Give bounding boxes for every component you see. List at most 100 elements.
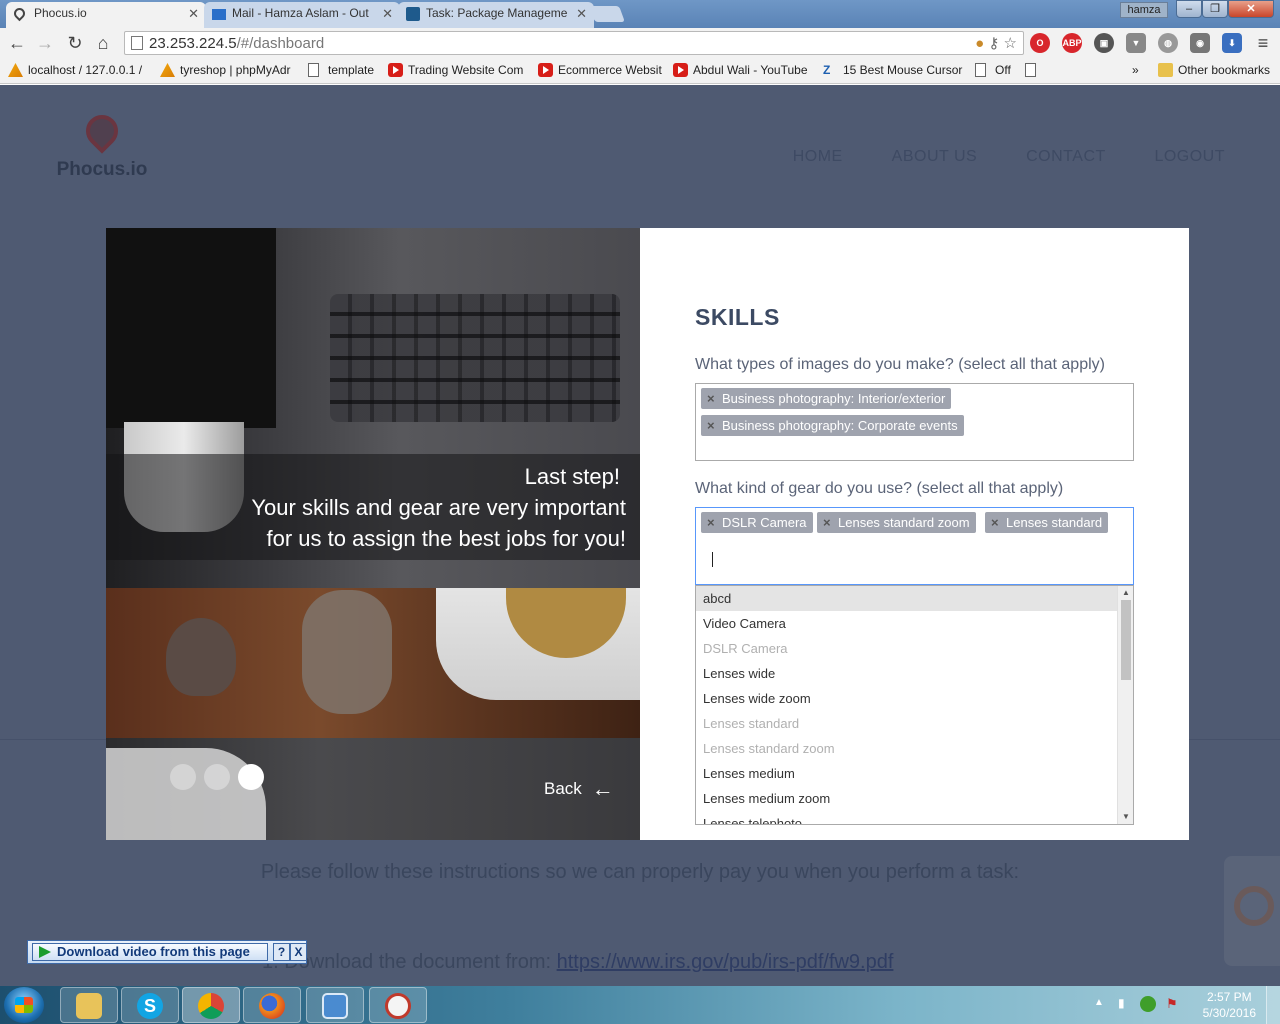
torrent-icon[interactable] <box>1140 996 1156 1012</box>
opera-icon[interactable]: O <box>1030 33 1050 53</box>
windows-logo-icon <box>15 997 33 1013</box>
remove-x-icon[interactable]: × <box>823 512 831 533</box>
profile-badge[interactable]: hamza <box>1120 2 1168 18</box>
bookmark-label: Other bookmarks <box>1178 63 1271 77</box>
page-icon <box>308 63 319 77</box>
top-nav: HOME ABOUT US CONTACT LOGOUT <box>749 148 1225 166</box>
chip-label: Business photography: Interior/exterior <box>722 391 946 406</box>
remove-x-icon[interactable]: × <box>707 512 715 533</box>
close-icon[interactable]: ✕ <box>382 6 393 22</box>
restore-button[interactable]: ❐ <box>1202 0 1228 18</box>
start-button[interactable] <box>4 987 44 1023</box>
nav-logout[interactable]: LOGOUT <box>1154 148 1225 165</box>
bookmark-template[interactable]: template <box>308 63 374 77</box>
key-icon[interactable]: ⚷ <box>988 35 999 52</box>
close-window-button[interactable]: ✕ <box>1228 0 1274 18</box>
mail-icon <box>212 9 226 20</box>
dropdown-scrollbar[interactable]: ▲ ▼ <box>1117 586 1133 824</box>
slide-dot-3[interactable] <box>238 764 264 790</box>
camera-icon[interactable]: ◉ <box>1190 33 1210 53</box>
option-lenses-telephoto[interactable]: Lenses telephoto <box>696 811 1117 824</box>
taskbar-control-panel[interactable] <box>306 987 364 1023</box>
bookmark-abdul-wali[interactable]: Abdul Wali - YouTube <box>673 63 808 77</box>
irs-link[interactable]: https://www.irs.gov/pub/irs-pdf/fw9.pdf <box>557 951 894 973</box>
address-bar[interactable]: 23.253.224.5/#/dashboard ● ⚷ ☆ <box>124 31 1024 55</box>
tab-task[interactable]: Task: Package Manageme ✕ <box>398 2 594 28</box>
tab-mail[interactable]: Mail - Hamza Aslam - Out ✕ <box>204 2 400 28</box>
gear-select[interactable]: × DSLR Camera × Lenses standard zoom × Lens… <box>695 507 1134 585</box>
globe-icon[interactable]: ◍ <box>1158 33 1178 53</box>
bookmark-off[interactable]: Off <box>975 63 1011 77</box>
link-icon: Z <box>823 63 831 77</box>
option-lenses-wide-zoom[interactable]: Lenses wide zoom <box>696 686 1117 711</box>
download-video-button[interactable]: Download video from this page <box>32 943 268 961</box>
adblock-icon[interactable]: ABP <box>1062 33 1082 53</box>
option-lenses-medium[interactable]: Lenses medium <box>696 761 1117 786</box>
menu-icon[interactable]: ≡ <box>1252 32 1274 54</box>
new-tab-button[interactable] <box>589 6 625 22</box>
remove-x-icon[interactable]: × <box>991 512 999 533</box>
forward-arrow-icon[interactable]: → <box>34 32 56 54</box>
tab-title: Phocus.io <box>34 6 87 20</box>
photo-keyboard <box>330 294 620 422</box>
close-icon[interactable]: ✕ <box>576 6 587 22</box>
reload-icon[interactable]: ↻ <box>64 32 86 54</box>
minimize-button[interactable]: – <box>1176 0 1202 18</box>
slide-dot-1[interactable] <box>170 764 196 790</box>
flag-alert-icon[interactable]: ⚑ <box>1166 996 1178 1012</box>
film-icon[interactable]: ▣ <box>1094 33 1114 53</box>
other-bookmarks[interactable]: Other bookmarks <box>1158 63 1270 77</box>
browser-tab-bar: Phocus.io ✕ Mail - Hamza Aslam - Out ✕ T… <box>0 0 1280 28</box>
close-icon[interactable]: ✕ <box>188 6 199 22</box>
show-desktop-button[interactable] <box>1266 986 1280 1024</box>
bookmark-label: Abdul Wali - YouTube <box>693 63 808 77</box>
scrollbar-thumb[interactable] <box>1121 600 1131 680</box>
option-abcd[interactable]: abcd <box>696 586 1117 611</box>
page-icon <box>131 36 143 50</box>
star-icon[interactable]: ☆ <box>1004 35 1017 52</box>
bookmark-mouse-cursor[interactable]: Z 15 Best Mouse Cursor <box>823 63 962 77</box>
taskbar-skype[interactable]: S <box>121 987 179 1023</box>
youtube-icon <box>673 63 688 77</box>
bookmark-label: localhost / 127.0.0.1 / <box>28 63 143 77</box>
text-cursor[interactable] <box>712 552 713 567</box>
site-logo[interactable]: Phocus.io <box>52 108 152 181</box>
show-hidden-icons-icon[interactable]: ▲ <box>1094 997 1104 1008</box>
remove-x-icon[interactable]: × <box>707 415 715 436</box>
tab-phocus[interactable]: Phocus.io ✕ <box>6 2 206 28</box>
clock[interactable]: 2:57 PM 5/30/2016 <box>1203 989 1256 1021</box>
side-chat-widget[interactable] <box>1224 856 1280 966</box>
nav-about-us[interactable]: ABOUT US <box>892 148 978 165</box>
option-video-camera[interactable]: Video Camera <box>696 611 1117 636</box>
nav-home[interactable]: HOME <box>793 148 843 165</box>
scroll-up-arrow-icon[interactable]: ▲ <box>1118 586 1133 600</box>
selected-chip: × Lenses standard <box>985 512 1109 533</box>
cookie-blocked-icon[interactable]: ● <box>975 35 984 52</box>
slide-dot-2[interactable] <box>204 764 230 790</box>
option-lenses-wide[interactable]: Lenses wide <box>696 661 1117 686</box>
bookmark-tyreshop[interactable]: tyreshop | phpMyAdr <box>160 63 291 77</box>
download-arrow-icon[interactable]: ⬇ <box>1222 33 1242 53</box>
back-button[interactable]: Back ← <box>544 776 614 802</box>
bookmarks-overflow-chevron-icon[interactable]: » <box>1114 63 1139 77</box>
shield-icon[interactable]: ▼ <box>1126 33 1146 53</box>
taskbar-snipping-tool[interactable] <box>369 987 427 1023</box>
remove-x-icon[interactable]: × <box>707 388 715 409</box>
nav-contact[interactable]: CONTACT <box>1026 148 1105 165</box>
bookmark-localhost[interactable]: localhost / 127.0.0.1 / <box>8 63 142 77</box>
option-lenses-medium-zoom[interactable]: Lenses medium zoom <box>696 786 1117 811</box>
image-types-select[interactable]: × Business photography: Interior/exterior… <box>695 383 1134 461</box>
back-arrow-icon[interactable]: ← <box>6 32 28 54</box>
help-button[interactable]: ? <box>273 943 290 961</box>
taskbar-file-explorer[interactable] <box>60 987 118 1023</box>
bookmark-ecommerce[interactable]: Ecommerce Websit <box>538 63 662 77</box>
browser-toolbar: ← → ↻ ⌂ 23.253.224.5/#/dashboard ● ⚷ ☆ O… <box>0 28 1280 58</box>
scroll-down-arrow-icon[interactable]: ▼ <box>1118 810 1133 824</box>
home-icon[interactable]: ⌂ <box>92 32 114 54</box>
taskbar-firefox[interactable] <box>243 987 301 1023</box>
plugin-close-button[interactable]: X <box>290 943 307 961</box>
arrow-left-icon: ← <box>591 776 614 801</box>
signal-icon[interactable]: ▮ <box>1118 996 1125 1010</box>
bookmark-trading[interactable]: Trading Website Com <box>388 63 523 77</box>
taskbar-chrome[interactable] <box>182 987 240 1023</box>
